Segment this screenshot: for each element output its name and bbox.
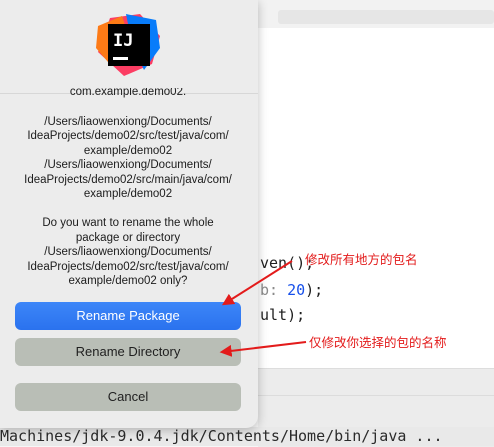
dialog-header: IJ — [0, 0, 258, 94]
editor-tab-strip — [258, 0, 494, 28]
question-2: package or directory — [75, 231, 181, 244]
path-main-3: example/demo02 — [83, 188, 173, 200]
logo-text: IJ — [113, 31, 133, 51]
rename-dialog: IJ com.example.demo02. /Users/liaowenxio… — [0, 0, 258, 428]
rename-message: com.example.demo02. /Users/liaowenxiong/… — [8, 88, 248, 289]
code-editor[interactable]: ven(); b: 20); ult); — [258, 28, 494, 368]
truncated-line: com.example.demo02. — [69, 88, 187, 98]
path-test-1: /Users/liaowenxiong/Documents/ — [44, 115, 212, 128]
run-console-path: Machines/jdk-9.0.4.jdk/Contents/Home/bin… — [0, 427, 494, 446]
param-hint: b: — [260, 281, 279, 299]
question-4: IdeaProjects/demo02/src/test/java/com/ — [27, 260, 229, 273]
question-3: /Users/liaowenxiong/Documents/ — [44, 246, 212, 258]
path-main-1: /Users/liaowenxiong/Documents/ — [44, 159, 212, 171]
annotation-rename-package: 修改所有地方的包名 — [305, 253, 418, 267]
code-line-2: b: 20); — [260, 281, 324, 299]
question-1: Do you want to rename the whole — [42, 217, 214, 229]
intellij-idea-logo-icon: IJ — [96, 14, 160, 76]
path-test-2: IdeaProjects/demo02/src/test/java/com/ — [27, 130, 229, 142]
cancel-button[interactable]: Cancel — [15, 383, 241, 411]
annotation-rename-directory: 仅修改你选择的包的名称 — [309, 336, 447, 350]
question-5: example/demo02 only? — [68, 275, 188, 287]
rename-package-button[interactable]: Rename Package — [15, 302, 241, 330]
path-main-2: IdeaProjects/demo02/src/main/java/com/ — [24, 173, 232, 186]
code-line-3: ult); — [260, 306, 306, 324]
rename-directory-button[interactable]: Rename Directory — [15, 338, 241, 366]
path-test-3: example/demo02 — [83, 144, 173, 157]
